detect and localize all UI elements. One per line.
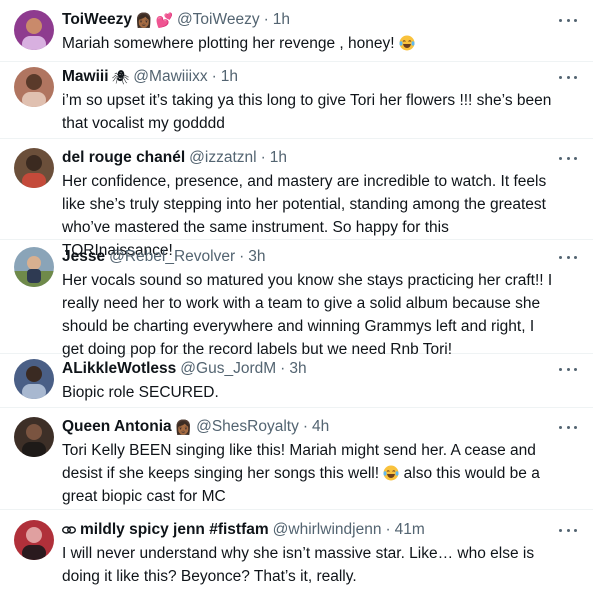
chain-link-icon — [62, 526, 76, 534]
more-options-icon[interactable] — [559, 151, 577, 165]
handle[interactable]: @Gus_JordM — [180, 360, 276, 378]
tweet[interactable]: ALikkleWotless @Gus_JordM · 3h Biopic ro… — [0, 354, 593, 408]
tweet-header: Jesse @Rebel_Revolver · 3h — [62, 247, 553, 267]
tweet-text: i’m so upset it’s taking ya this long to… — [62, 92, 552, 132]
avatar-image — [14, 247, 54, 287]
tweet-header: del rouge chanél @izzatznl · 1h — [62, 148, 553, 168]
tweet[interactable]: Queen Antonia 👩🏾 @ShesRoyalty · 4h Tori … — [0, 408, 593, 510]
avatar[interactable] — [14, 417, 54, 457]
tweet-header: Mawiii 🕷 @Mawiiixx · 1h — [62, 67, 553, 87]
separator: · — [385, 521, 391, 538]
timestamp[interactable]: 1h — [221, 68, 238, 86]
display-name[interactable]: mildly spicy jenn #fistfam — [80, 521, 269, 539]
handle[interactable]: @Mawiiixx — [133, 68, 207, 86]
separator: · — [263, 11, 269, 28]
tweet[interactable]: del rouge chanél @izzatznl · 1h Her conf… — [0, 139, 593, 259]
timestamp[interactable]: 1h — [273, 11, 290, 29]
tweet[interactable]: ToiWeezy 👩🏾 💕 @ToiWeezy · 1h Mariah some… — [0, 0, 593, 62]
avatar-image — [14, 520, 54, 560]
more-options-icon[interactable] — [559, 362, 577, 376]
tweet-text: Mariah somewhere plotting her revenge , … — [62, 32, 553, 55]
handle[interactable]: @ShesRoyalty — [196, 418, 299, 436]
avatar[interactable] — [14, 148, 54, 188]
tweet-text: Her vocals sound so matured you know she… — [62, 272, 553, 358]
avatar[interactable] — [14, 247, 54, 287]
tweet-header: ALikkleWotless @Gus_JordM · 3h — [62, 359, 553, 379]
handle[interactable]: @whirlwindjenn — [273, 521, 382, 539]
avatar-image — [14, 417, 54, 457]
timestamp[interactable]: 1h — [270, 149, 287, 167]
handle[interactable]: @Rebel_Revolver — [109, 248, 235, 266]
tweet-text: I will never understand why she isn’t ma… — [62, 545, 535, 585]
avatar[interactable] — [14, 359, 54, 399]
avatar[interactable] — [14, 10, 54, 50]
tweet-text: Biopic role SECURED. — [62, 384, 219, 401]
tweet-header: ToiWeezy 👩🏾 💕 @ToiWeezy · 1h — [62, 10, 553, 30]
display-name[interactable]: del rouge chanél — [62, 149, 185, 167]
avatar[interactable] — [14, 67, 54, 107]
separator: · — [260, 149, 266, 166]
tweet-feed: ToiWeezy 👩🏾 💕 @ToiWeezy · 1h Mariah some… — [0, 0, 593, 600]
avatar-image — [14, 67, 54, 107]
tweet[interactable]: Mawiii 🕷 @Mawiiixx · 1h i’m so upset it’… — [0, 62, 593, 139]
tweet-header: mildly spicy jenn #fistfam @whirlwindjen… — [62, 520, 553, 540]
separator: · — [302, 418, 309, 435]
laughing-tears-icon — [383, 465, 399, 481]
timestamp[interactable]: 41m — [395, 521, 425, 539]
display-name[interactable]: ToiWeezy — [62, 11, 132, 29]
more-options-icon[interactable] — [559, 420, 577, 434]
timestamp[interactable]: 3h — [289, 360, 306, 378]
avatar[interactable] — [14, 520, 54, 560]
more-options-icon[interactable] — [559, 13, 577, 27]
separator: · — [280, 360, 286, 377]
more-options-icon[interactable] — [559, 523, 577, 537]
woman-emoji: 👩🏾 — [135, 12, 153, 28]
avatar-image — [14, 148, 54, 188]
tweet-header: Queen Antonia 👩🏾 @ShesRoyalty · 4h — [62, 417, 553, 437]
display-name[interactable]: Queen Antonia — [62, 418, 172, 436]
hearts-emoji: 💕 — [155, 12, 173, 28]
display-name[interactable]: Mawiii — [62, 68, 109, 86]
woman-emoji: 👩🏾 — [174, 419, 193, 435]
tweet[interactable]: Jesse @Rebel_Revolver · 3h Her vocals so… — [0, 240, 593, 358]
timestamp[interactable]: 4h — [312, 418, 329, 436]
separator: · — [211, 68, 217, 85]
timestamp[interactable]: 3h — [248, 248, 265, 266]
avatar-image — [14, 10, 54, 50]
more-options-icon[interactable] — [559, 70, 577, 84]
laughing-tears-icon — [399, 35, 415, 51]
separator: · — [239, 248, 245, 265]
tweet-text: Tori Kelly BEEN singing like this! Maria… — [62, 439, 553, 508]
more-options-icon[interactable] — [559, 250, 577, 264]
handle[interactable]: @ToiWeezy — [177, 11, 260, 29]
tweet[interactable]: mildly spicy jenn #fistfam @whirlwindjen… — [0, 510, 593, 600]
tweet-text-content: Mariah somewhere plotting her revenge , … — [62, 35, 395, 52]
avatar-image — [14, 359, 54, 399]
handle[interactable]: @izzatznl — [189, 149, 256, 167]
spider-emoji: 🕷 — [111, 69, 130, 85]
display-name[interactable]: Jesse — [62, 248, 105, 266]
display-name[interactable]: ALikkleWotless — [62, 360, 176, 378]
